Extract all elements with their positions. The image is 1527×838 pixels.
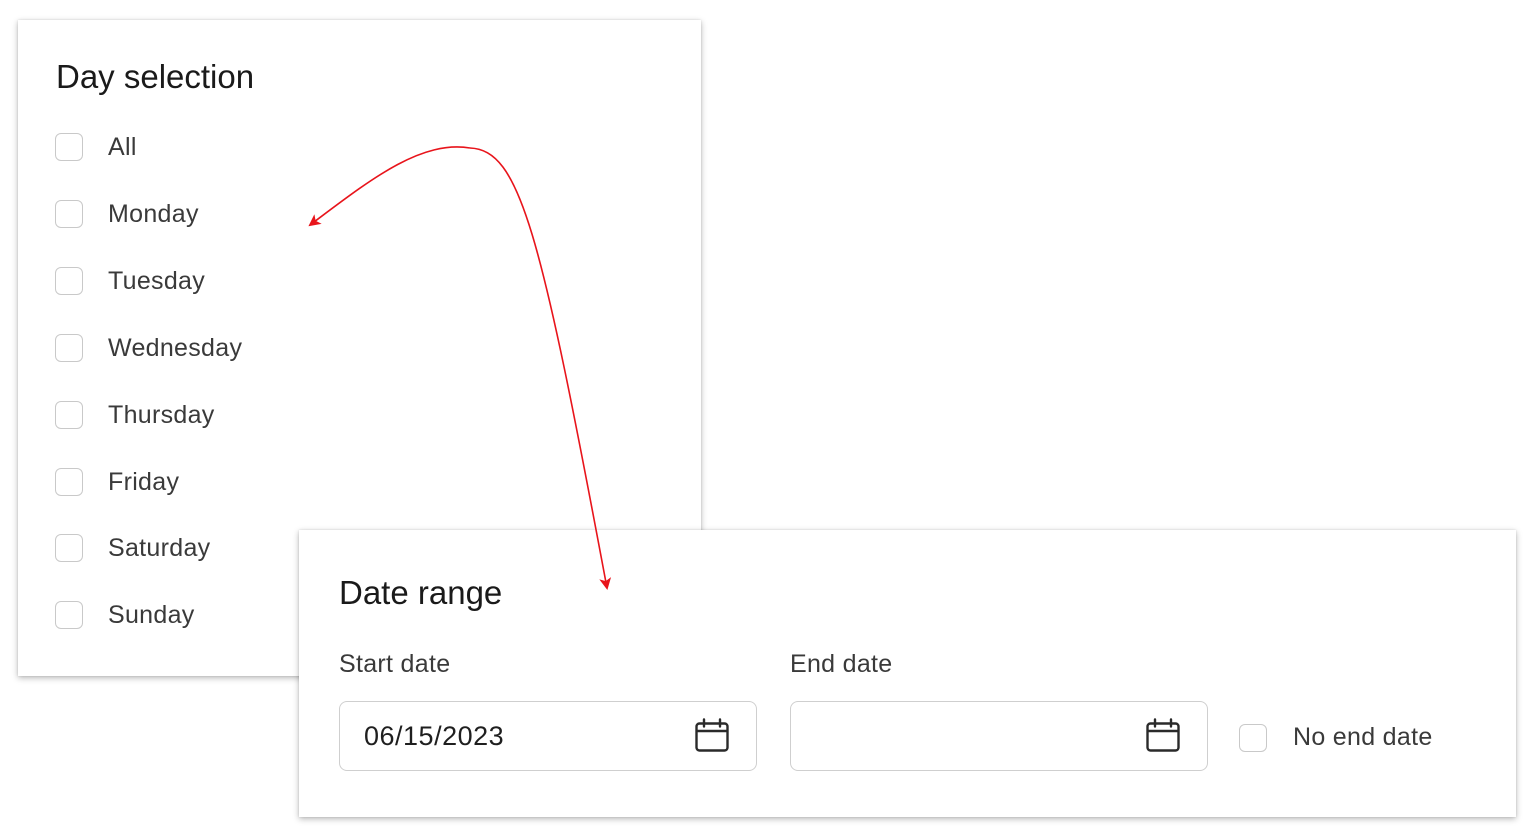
day-selection-title: Day selection [56,58,255,95]
checkbox-sunday[interactable] [55,601,83,629]
checkbox-label-wednesday: Wednesday [108,333,243,362]
no-end-date-label: No end date [1293,723,1433,751]
date-range-title: Date range [339,574,503,611]
checkbox-label-monday: Monday [108,199,199,228]
checkbox-row-all[interactable]: All [55,131,137,163]
checkbox-row-thursday[interactable]: Thursday [55,399,215,431]
checkbox-row-friday[interactable]: Friday [55,466,179,498]
checkbox-row-wednesday[interactable]: Wednesday [55,332,242,364]
checkbox-label-sunday: Sunday [108,600,195,629]
checkbox-label-saturday: Saturday [108,533,211,562]
checkbox-tuesday[interactable] [55,267,83,295]
start-date-label: Start date [339,650,451,678]
end-date-input[interactable] [815,720,1115,752]
checkbox-row-saturday[interactable]: Saturday [55,532,210,564]
start-date-input[interactable] [364,720,664,752]
no-end-date-checkbox[interactable] [1239,723,1267,752]
checkbox-saturday[interactable] [55,534,83,562]
checkbox-row-sunday[interactable]: Sunday [55,599,195,631]
no-end-date-row[interactable]: No end date [1239,723,1433,752]
checkbox-label-friday: Friday [108,467,180,496]
checkbox-all[interactable] [55,133,83,161]
checkbox-monday[interactable] [55,200,83,228]
calendar-icon[interactable] [694,718,730,754]
end-date-field[interactable] [790,701,1208,771]
checkbox-wednesday[interactable] [55,334,83,362]
calendar-icon[interactable] [1145,718,1181,754]
checkbox-friday[interactable] [55,468,83,496]
checkbox-label-tuesday: Tuesday [108,266,206,295]
start-date-field[interactable] [339,701,757,771]
checkbox-row-monday[interactable]: Monday [55,198,199,230]
checkbox-label-thursday: Thursday [108,400,215,429]
date-range-panel: Date range Start date End date No end d [299,530,1516,817]
checkbox-row-tuesday[interactable]: Tuesday [55,265,205,297]
end-date-label: End date [790,650,893,678]
checkbox-thursday[interactable] [55,401,83,429]
checkbox-label-all: All [108,132,137,161]
